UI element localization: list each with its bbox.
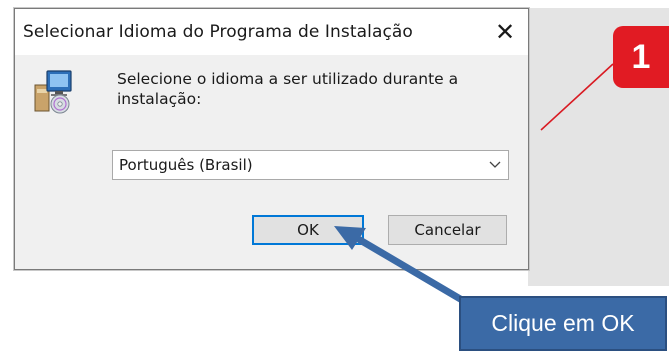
badge-connector-line [540,63,614,131]
callout-arrow-shaft [356,236,466,304]
instruction-callout: Clique em OK [459,296,667,351]
step-number-badge: 1 [613,26,669,88]
